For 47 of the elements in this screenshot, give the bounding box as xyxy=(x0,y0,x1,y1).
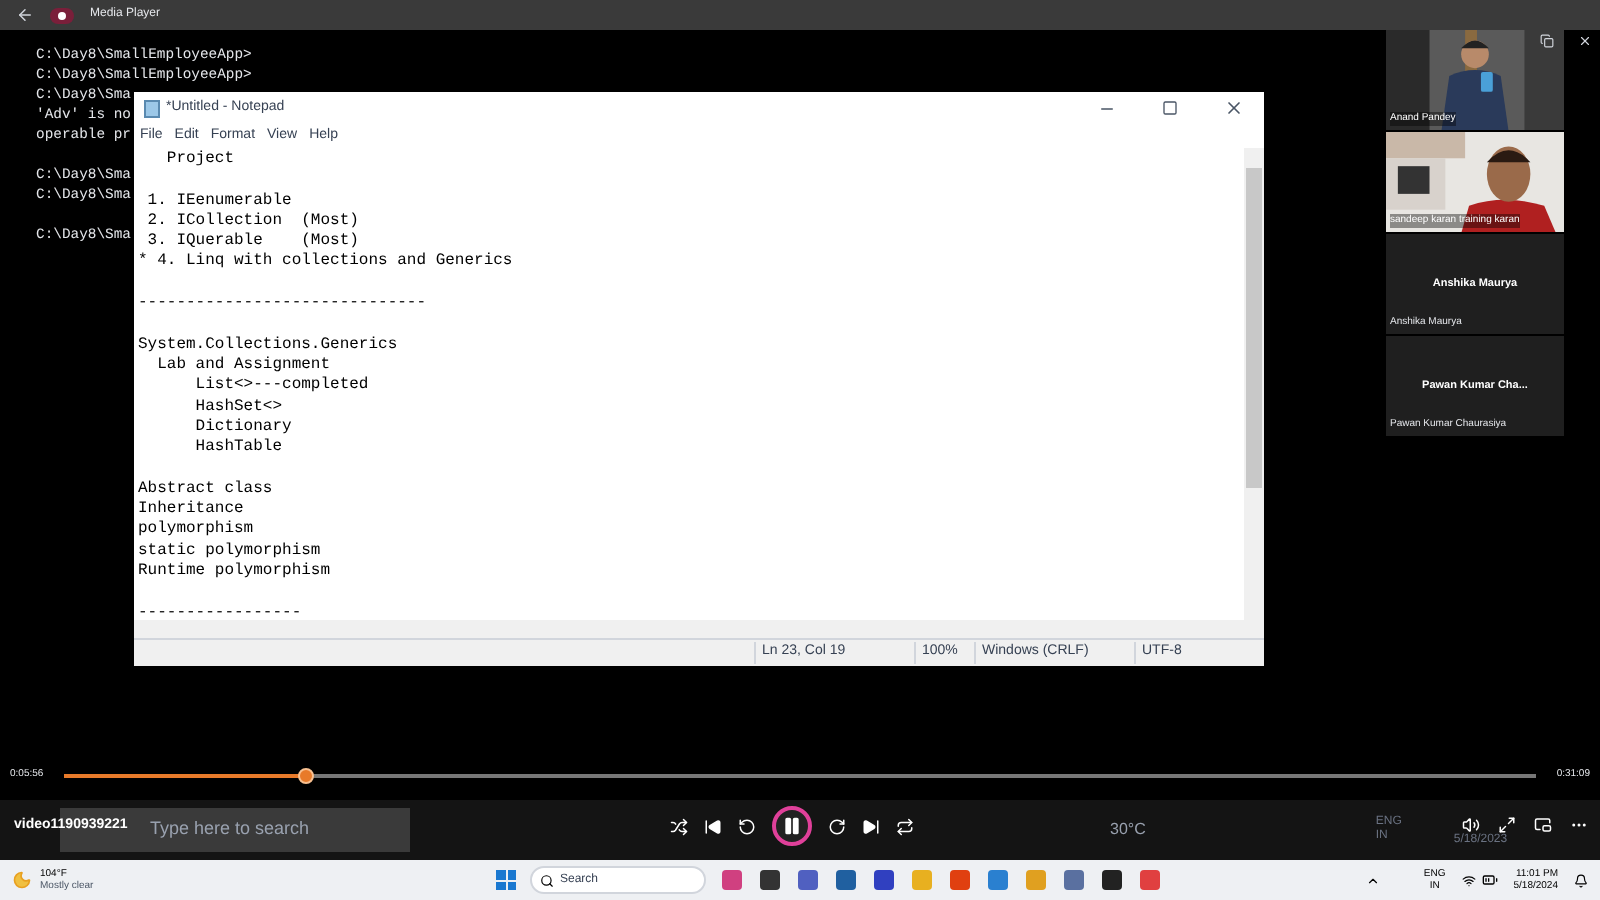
previous-icon[interactable] xyxy=(704,817,722,835)
mini-player-icon[interactable] xyxy=(1534,816,1552,834)
wifi-icon[interactable] xyxy=(1461,873,1476,887)
app-logo-icon xyxy=(50,7,74,23)
text-line: ------------------------------ xyxy=(138,294,429,315)
search-hint: Type here to search xyxy=(150,816,310,843)
text-line: HashTable xyxy=(193,438,285,459)
text-line: ----------------- xyxy=(138,603,304,620)
chevron-up-icon[interactable] xyxy=(1365,873,1380,887)
volume-icon[interactable] xyxy=(1462,816,1480,834)
close-icon[interactable] xyxy=(1578,34,1592,48)
vertical-scrollbar[interactable] xyxy=(1244,148,1264,620)
pause-icon xyxy=(782,816,802,836)
text-line: Inheritance xyxy=(138,500,246,520)
text-line: 2. ICollection (Most) xyxy=(145,211,361,232)
text-line: Runtime polymorphism xyxy=(138,561,333,583)
text-line: System.Collections.Generics xyxy=(138,335,400,356)
close-icon[interactable] xyxy=(1224,98,1244,118)
horizontal-scrollbar[interactable] xyxy=(134,620,1264,638)
text-line: polymorphism xyxy=(138,520,256,542)
text-line: Abstract class xyxy=(138,479,275,500)
text-line: static polymorphism xyxy=(138,541,323,562)
search-icon xyxy=(540,873,554,887)
notification-icon[interactable] xyxy=(1574,873,1588,887)
text-line: Dictionary xyxy=(193,417,294,438)
replay-icon[interactable] xyxy=(738,817,756,835)
next-icon[interactable] xyxy=(862,817,880,835)
text-line: Project xyxy=(164,150,237,171)
seek-thumb[interactable] xyxy=(298,768,315,784)
fullscreen-icon[interactable] xyxy=(1498,816,1516,834)
notepad-icon xyxy=(144,99,160,117)
shuffle-icon[interactable] xyxy=(670,817,688,835)
text-line: 3. IQuerable (Most) xyxy=(145,232,361,252)
battery-icon[interactable] xyxy=(1481,872,1498,888)
text-line: 1. IEenumerable xyxy=(145,191,294,212)
text-line: * 4. Linq with collections and Generics xyxy=(138,252,515,274)
maximize-icon[interactable] xyxy=(1162,100,1178,116)
weather-icon xyxy=(12,870,32,890)
windows-logo-icon[interactable] xyxy=(496,870,516,890)
text-line: Lab and Assignment xyxy=(155,355,333,376)
restore-icon[interactable] xyxy=(1540,34,1554,48)
repeat-icon[interactable] xyxy=(896,817,914,835)
temperature: 30°C xyxy=(1110,818,1146,842)
back-icon[interactable] xyxy=(16,6,34,24)
text-line: List<>---completed xyxy=(193,376,371,398)
forward-icon[interactable] xyxy=(828,817,846,835)
text-line: HashSet<> xyxy=(193,397,285,418)
